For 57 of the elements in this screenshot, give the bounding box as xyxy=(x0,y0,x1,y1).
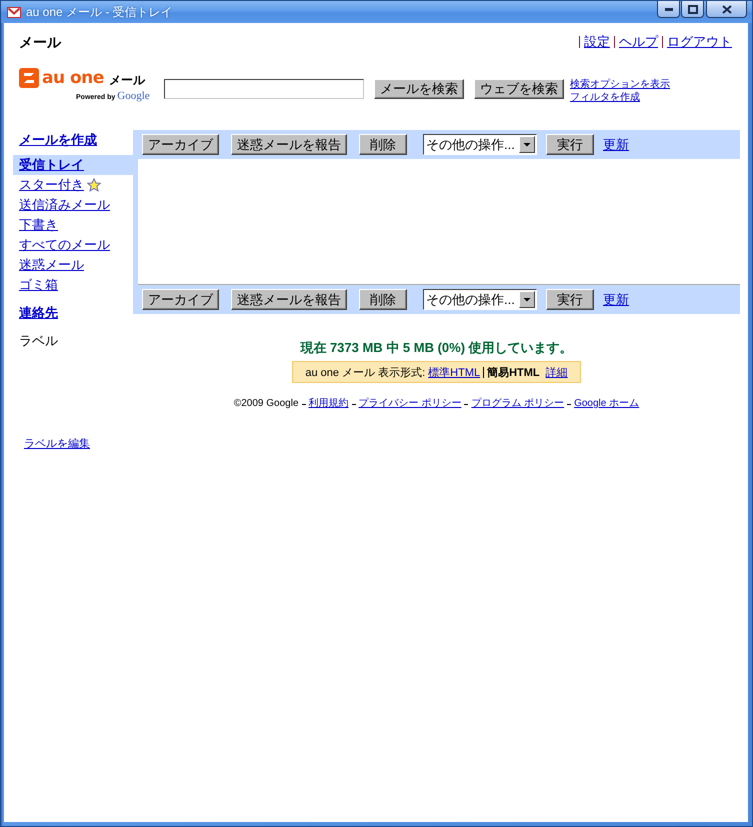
refresh-link[interactable]: 更新 xyxy=(603,136,629,154)
folder-item[interactable]: 迷惑メール xyxy=(13,255,133,275)
refresh-link[interactable]: 更新 xyxy=(603,290,629,308)
caret-icon xyxy=(519,136,535,153)
maximize-icon xyxy=(688,4,698,14)
minimize-button[interactable] xyxy=(657,1,680,18)
brand-name: au one xyxy=(42,68,104,88)
go-button[interactable]: 実行 xyxy=(546,289,594,310)
more-actions-dropdown[interactable]: その他の操作... xyxy=(423,289,537,310)
header-link[interactable]: ヘルプ xyxy=(619,33,658,51)
labels-heading: ラベル xyxy=(19,333,58,349)
copyright-text: ©2009 Google xyxy=(234,397,299,411)
search-button[interactable]: メールを検索 xyxy=(374,79,464,99)
footer-link[interactable]: プログラム ポリシー xyxy=(471,397,564,411)
toolbar-button[interactable]: アーカイブ xyxy=(142,289,219,310)
view-mode-option: 簡易HTML xyxy=(487,364,540,380)
toolbar-button[interactable]: 削除 xyxy=(359,134,407,155)
folder-item[interactable]: スター付き xyxy=(13,175,133,195)
minimize-icon xyxy=(664,8,672,10)
folder-item[interactable]: 送信済みメール xyxy=(13,195,133,215)
star-icon xyxy=(87,178,101,192)
maximize-button[interactable] xyxy=(681,1,704,18)
view-mode-option[interactable]: 標準HTML xyxy=(428,364,480,380)
app-title: メール xyxy=(19,34,61,50)
footer-link[interactable]: プライバシー ポリシー xyxy=(358,397,462,411)
folder-item[interactable]: 受信トレイ xyxy=(13,155,133,175)
search-field[interactable] xyxy=(164,79,364,99)
close-icon xyxy=(722,4,732,14)
compose-link[interactable]: メールを作成 xyxy=(19,132,97,148)
product-name: メール xyxy=(108,73,145,87)
search-link[interactable]: フィルタを作成 xyxy=(570,91,670,104)
footer-link[interactable]: Google ホーム xyxy=(574,397,640,411)
details-link[interactable]: 詳細 xyxy=(546,364,568,380)
go-button[interactable]: 実行 xyxy=(546,134,594,155)
window-title: au one メール - 受信トレイ xyxy=(26,4,173,20)
toolbar-button[interactable]: アーカイブ xyxy=(142,134,219,155)
logo-icon xyxy=(19,68,39,88)
contacts-link[interactable]: 連絡先 xyxy=(19,305,58,321)
search-link[interactable]: 検索オプションを表示 xyxy=(570,78,670,91)
envelope-icon xyxy=(7,6,21,18)
header-link[interactable]: ログアウト xyxy=(667,33,732,51)
folder-item[interactable]: 下書き xyxy=(13,215,133,235)
toolbar-button[interactable]: 迷惑メールを報告 xyxy=(231,289,347,310)
more-actions-dropdown[interactable]: その他の操作... xyxy=(423,134,537,155)
folder-item[interactable]: ゴミ箱 xyxy=(13,275,133,295)
edit-labels-link[interactable]: ラベルを編集 xyxy=(24,437,90,451)
storage-usage-text: 現在 7373 MB 中 5 MB (0%) 使用しています。 xyxy=(300,340,573,356)
folder-item[interactable]: すべてのメール xyxy=(13,235,133,255)
view-mode-label: au one メール 表示形式: xyxy=(305,366,426,380)
footer-link[interactable]: 利用規約 xyxy=(308,397,349,411)
toolbar-button[interactable]: 迷惑メールを報告 xyxy=(231,134,347,155)
google-text: Google xyxy=(117,90,150,102)
header-link[interactable]: 設定 xyxy=(584,33,610,51)
toolbar-button[interactable]: 削除 xyxy=(359,289,407,310)
caret-icon xyxy=(519,291,535,308)
close-button[interactable] xyxy=(706,1,747,18)
search-button[interactable]: ウェブを検索 xyxy=(474,79,564,99)
